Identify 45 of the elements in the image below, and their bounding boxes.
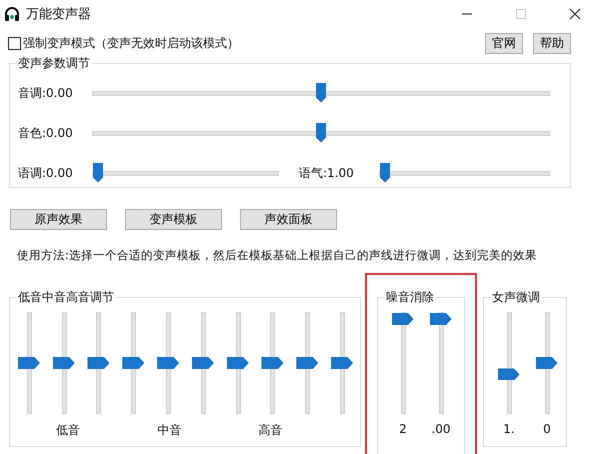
- headphones-icon: [4, 6, 20, 22]
- slider-thumb[interactable]: [380, 162, 390, 182]
- slider-thumb[interactable]: [122, 357, 144, 369]
- slider-value: 1.: [503, 422, 515, 436]
- slider-label: 音调:0.00: [18, 84, 74, 102]
- slider-thumb[interactable]: [226, 357, 249, 369]
- slider-thumb[interactable]: [392, 313, 414, 325]
- action-button[interactable]: 原声效果: [10, 209, 107, 230]
- slider-thumb[interactable]: [430, 313, 452, 325]
- slider-thumb[interactable]: [498, 368, 520, 380]
- group-title: 变声参数调节: [16, 55, 92, 72]
- group-title: 低音中音高音调节: [16, 289, 116, 306]
- slider-thumb[interactable]: [261, 357, 284, 369]
- instructions-text: 使用方法:选择一个合适的变声模板，然后在模板基础上根据自己的声线进行微调，达到完美的效果: [17, 248, 538, 263]
- action-button[interactable]: 声效面板: [240, 209, 337, 230]
- band-label: 中音: [157, 422, 182, 439]
- slider-value: 2: [399, 422, 407, 436]
- slider-thumb[interactable]: [316, 122, 326, 142]
- slider-value: .00: [431, 422, 451, 436]
- slider-thumb[interactable]: [192, 357, 214, 369]
- slider-thumb[interactable]: [18, 357, 40, 369]
- band-label: 高音: [258, 422, 284, 439]
- action-button[interactable]: 变声模板: [125, 209, 222, 230]
- window-title: 万能变声器: [26, 6, 91, 23]
- slider-thumb[interactable]: [296, 357, 318, 369]
- slider-thumb[interactable]: [93, 162, 103, 182]
- group-title: 女声微调: [490, 289, 542, 306]
- checkbox[interactable]: [8, 36, 21, 50]
- slider-thumb[interactable]: [316, 82, 326, 102]
- close-icon[interactable]: [569, 8, 581, 20]
- header-button[interactable]: 官网: [485, 32, 523, 54]
- group-title: 噪音消除: [384, 289, 436, 306]
- slider-value: 0: [543, 422, 551, 436]
- slider-label: 语气:1.00: [298, 164, 355, 182]
- band-label: 低音: [56, 422, 81, 439]
- slider-thumb[interactable]: [52, 357, 75, 369]
- slider-label: 音色:0.00: [18, 124, 74, 142]
- maximize-icon: [515, 8, 527, 20]
- slider-label: 语调:0.00: [18, 164, 74, 182]
- slider-thumb[interactable]: [536, 357, 558, 369]
- slider-thumb[interactable]: [87, 357, 110, 369]
- header-button[interactable]: 帮助: [533, 32, 571, 54]
- slider-thumb[interactable]: [157, 357, 180, 369]
- slider-thumb[interactable]: [331, 357, 354, 369]
- checkbox-label: 强制变声模式（变声无效时启动该模式）: [23, 34, 239, 52]
